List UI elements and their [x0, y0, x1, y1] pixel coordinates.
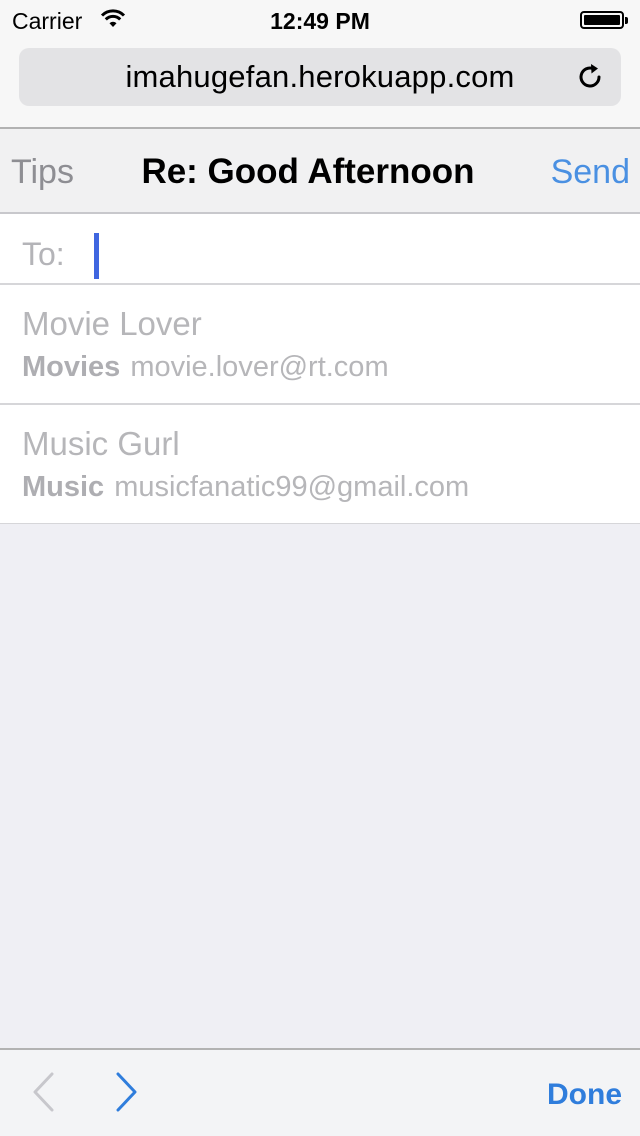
contact-category: Movies — [22, 351, 121, 383]
send-button[interactable]: Send — [551, 153, 630, 192]
contact-email: musicfanatic99@gmail.com — [114, 471, 470, 503]
chevron-left-icon[interactable] — [30, 1070, 56, 1119]
to-label: To: — [22, 236, 65, 272]
keyboard-toolbar: Done — [0, 1048, 640, 1136]
page-title: Re: Good Afternoon — [141, 152, 475, 191]
chevron-right-icon[interactable] — [114, 1070, 140, 1119]
status-time: 12:49 PM — [270, 8, 370, 34]
battery-icon — [580, 11, 628, 29]
status-bar: Carrier 12:49 PM — [0, 0, 640, 40]
contact-suggestion[interactable]: Music Gurl Music musicfanatic99@gmail.com — [0, 405, 640, 525]
text-caret — [94, 233, 99, 279]
contact-category: Music — [22, 471, 105, 503]
done-button[interactable]: Done — [547, 1078, 622, 1112]
reload-icon[interactable] — [575, 62, 605, 97]
contact-name: Music Gurl — [22, 425, 180, 462]
contact-detail: Movies movie.lover@rt.com — [22, 351, 389, 384]
navigation-bar: Tips Re: Good Afternoon Send — [0, 129, 640, 214]
browser-address-area: imahugefan.herokuapp.com — [0, 40, 640, 129]
contact-name: Movie Lover — [22, 305, 202, 342]
to-field[interactable]: To: — [0, 214, 640, 285]
contact-detail: Music musicfanatic99@gmail.com — [22, 471, 469, 504]
contact-email: movie.lover@rt.com — [130, 351, 389, 383]
empty-list-area — [0, 524, 640, 1048]
contact-suggestion[interactable]: Movie Lover Movies movie.lover@rt.com — [0, 285, 640, 405]
url-text[interactable]: imahugefan.herokuapp.com — [0, 59, 640, 95]
